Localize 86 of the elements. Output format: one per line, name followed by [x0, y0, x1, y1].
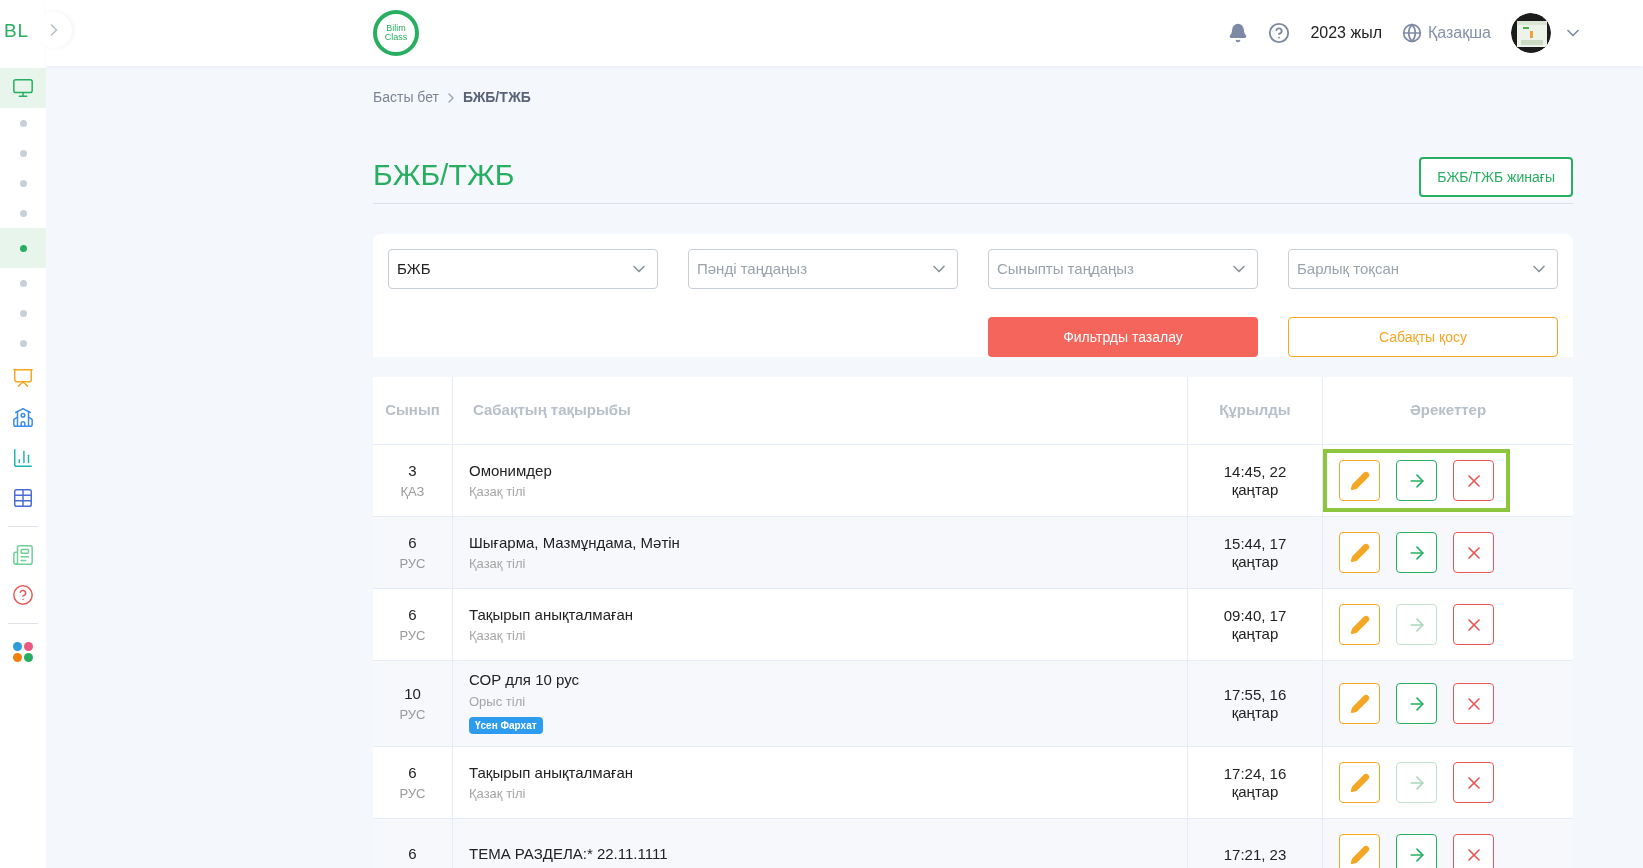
lesson-topic: Тақырып анықталмаған: [469, 604, 635, 625]
language-selector[interactable]: Қазақша: [1402, 21, 1491, 45]
language-code: РУС: [399, 706, 426, 724]
presentation-icon: [12, 367, 34, 389]
clear-filters-button[interactable]: Фильтрды тазалау: [988, 317, 1258, 357]
notification-bell-icon[interactable]: [1228, 23, 1249, 43]
breadcrumb-link[interactable]: Басты бет: [373, 87, 439, 108]
sidebar-logo[interactable]: BL: [4, 16, 30, 46]
subject-name: Қазақ тілі: [469, 483, 527, 501]
delete-button[interactable]: [1453, 604, 1494, 645]
lesson-topic: Тақырып анықталмаған: [469, 762, 635, 783]
created-date: қаңтар: [1231, 782, 1279, 801]
delete-button[interactable]: [1453, 532, 1494, 573]
edit-button[interactable]: [1339, 683, 1380, 724]
created-date: қаңтар: [1231, 624, 1279, 643]
open-button[interactable]: [1396, 834, 1437, 868]
add-lesson-button[interactable]: Сабақты қосу: [1288, 317, 1558, 357]
language-code: РУС: [399, 555, 426, 573]
select-field[interactable]: Барлық тоқсан: [1288, 249, 1558, 289]
column-header: Әрекеттер: [1409, 400, 1487, 421]
grade-number: 6: [408, 532, 417, 553]
pencil-icon: [1349, 470, 1370, 491]
delete-button[interactable]: [1453, 762, 1494, 803]
created-date: қаңтар: [1231, 552, 1279, 571]
subject-name: Орыс тілі: [469, 692, 527, 711]
author-tag: Үсен Фархат: [469, 717, 543, 734]
subject-name: Қазақ тілі: [469, 555, 527, 573]
monitor-icon: [12, 77, 34, 99]
created-date: 15:44, 17: [1223, 534, 1287, 553]
lesson-topic: Омонимдер: [469, 460, 553, 481]
logo[interactable]: Bilim Class: [373, 10, 419, 56]
table-icon: [12, 487, 34, 509]
edit-button[interactable]: [1339, 762, 1380, 803]
created-date: 17:55, 16: [1223, 685, 1287, 704]
delete-button[interactable]: [1453, 834, 1494, 868]
school-icon: [12, 407, 34, 429]
pencil-icon: [1349, 614, 1370, 635]
created-date: 09:40, 17: [1223, 606, 1287, 625]
column-header: Сабақтың тақырыбы: [473, 400, 631, 421]
column-header: Құрылды: [1219, 400, 1291, 421]
bar-chart-icon: [12, 447, 34, 469]
language-code: ҚАЗ: [400, 483, 425, 501]
pencil-icon: [1349, 693, 1370, 714]
created-date: қаңтар: [1231, 480, 1279, 499]
edit-button[interactable]: [1339, 460, 1380, 501]
column-header: Сынып: [385, 400, 440, 421]
pencil-icon: [1349, 772, 1370, 793]
edit-button[interactable]: [1339, 834, 1380, 868]
select-field[interactable]: БЖБ: [388, 249, 658, 289]
grade-number: 6: [408, 762, 417, 783]
grade-number: 3: [408, 460, 417, 481]
pencil-icon: [1349, 844, 1370, 865]
lesson-topic: Шығарма, Мазмұндама, Мәтін: [469, 532, 681, 553]
created-date: 14:45, 22: [1223, 462, 1287, 481]
edit-button[interactable]: [1339, 532, 1380, 573]
lesson-topic: СОР для 10 рус: [469, 670, 580, 690]
open-button[interactable]: [1396, 683, 1437, 724]
lesson-topic: ТЕМА РАЗДЕЛА:* 22.11.1111: [469, 844, 669, 865]
grade-number: 6: [408, 604, 417, 625]
year-selector[interactable]: 2023 жыл: [1310, 21, 1382, 45]
newspaper-icon: [12, 544, 34, 566]
sidebar-item[interactable]: [0, 68, 46, 108]
edit-button[interactable]: [1339, 604, 1380, 645]
select-field[interactable]: Сыныпты таңдаңыз: [988, 249, 1258, 289]
page-title: БЖБ/ТЖБ: [373, 157, 515, 193]
help-icon: [12, 584, 34, 606]
language-code: РУС: [399, 785, 426, 803]
pencil-icon: [1349, 542, 1370, 563]
help-icon[interactable]: [1268, 22, 1291, 44]
open-button[interactable]: [1396, 460, 1437, 501]
open-button[interactable]: [1396, 532, 1437, 573]
language-code: РУС: [399, 627, 426, 645]
collection-button[interactable]: БЖБ/ТЖБ жинағы: [1419, 157, 1573, 197]
globe-icon: [1402, 23, 1422, 43]
created-date: 17:21, 23: [1223, 845, 1287, 864]
created-date: қаңтар: [1231, 703, 1279, 722]
grade-number: 10: [404, 683, 421, 704]
breadcrumb-current: БЖБ/ТЖБ: [462, 88, 531, 107]
grade-number: 6: [408, 844, 417, 865]
delete-button[interactable]: [1453, 460, 1494, 501]
created-date: 17:24, 16: [1223, 764, 1287, 783]
delete-button[interactable]: [1453, 683, 1494, 724]
subject-name: Қазақ тілі: [469, 627, 527, 645]
select-field[interactable]: Пәнді таңдаңыз: [688, 249, 958, 289]
apps-icon: [12, 641, 34, 663]
subject-name: Қазақ тілі: [469, 785, 527, 803]
